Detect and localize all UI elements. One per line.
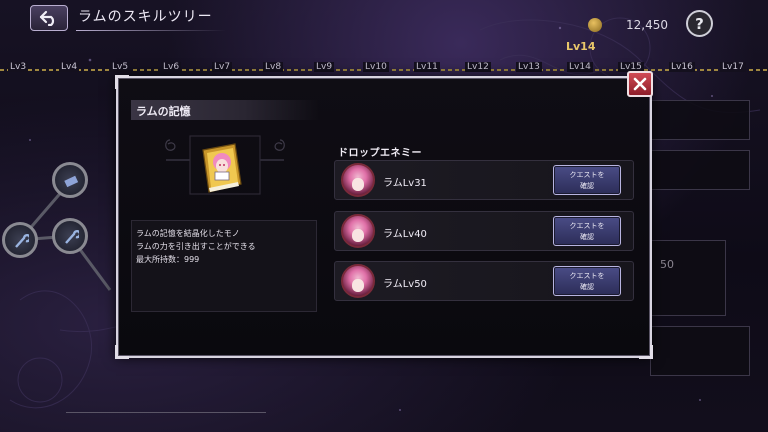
coin-icon	[588, 18, 602, 32]
quest-button-label: クエストを	[569, 272, 605, 280]
enemy-row: ラムLv40 クエストを 確認	[334, 211, 634, 251]
enemy-name: ラムLv50	[383, 279, 427, 290]
description-line: ラムの力を引き出すことができる	[136, 242, 256, 251]
header: ラムのスキルツリー 12,450 ?	[0, 0, 768, 44]
enemy-name: ラムLv40	[383, 229, 427, 240]
bottom-divider	[66, 412, 266, 413]
quest-button-label: 確認	[580, 182, 594, 190]
level-marker: Lv11	[414, 62, 440, 72]
description-line: 最大所持数：999	[136, 255, 200, 264]
background-panel	[650, 150, 750, 190]
quest-button-label: 確認	[580, 233, 594, 241]
avatar-face	[352, 229, 364, 242]
level-marker: Lv17	[720, 62, 746, 72]
staff-icon	[65, 230, 79, 244]
help-button[interactable]: ?	[686, 10, 713, 37]
modal-corner	[115, 345, 129, 359]
level-marker: Lv14	[567, 62, 593, 72]
level-marker: Lv9	[314, 62, 335, 72]
book-icon	[202, 143, 242, 193]
drop-enemy-title: ドロップエネミー	[338, 148, 422, 159]
level-marker: Lv12	[465, 62, 491, 72]
level-marker: Lv7	[212, 62, 233, 72]
enemy-row: ラムLv31 クエストを 確認	[334, 160, 634, 200]
enemy-avatar	[341, 214, 375, 248]
close-button[interactable]	[627, 71, 653, 97]
enemy-avatar	[341, 163, 375, 197]
level-marker: Lv13	[516, 62, 542, 72]
level-marker: Lv4	[59, 62, 80, 72]
quest-button-label: クエストを	[569, 171, 605, 179]
staff-icon	[15, 234, 29, 248]
page-title: ラムのスキルツリー	[78, 9, 213, 25]
avatar-face	[352, 279, 364, 292]
modal-corner	[115, 75, 129, 89]
skill-node[interactable]	[52, 162, 88, 198]
coin-value: 12,450	[626, 18, 668, 32]
level-marker: Lv3	[8, 62, 29, 72]
skill-node[interactable]	[52, 218, 88, 254]
modal-corner	[639, 345, 653, 359]
avatar-face	[352, 178, 364, 191]
currency-display: 12,450	[588, 16, 680, 36]
enemy-avatar	[341, 264, 375, 298]
level-marker: Lv6	[161, 62, 182, 72]
quest-check-button[interactable]: クエストを 確認	[553, 216, 621, 246]
quest-button-label: 確認	[580, 283, 594, 291]
quest-button-label: クエストを	[569, 222, 605, 230]
level-marker: Lv5	[110, 62, 131, 72]
description-line: ラムの記憶を結晶化したモノ	[136, 229, 240, 238]
background-panel	[650, 326, 750, 376]
current-level: Lv14	[566, 40, 596, 53]
background-panel	[650, 240, 726, 316]
level-marker: Lv10	[363, 62, 389, 72]
level-marker: Lv8	[263, 62, 284, 72]
quest-check-button[interactable]: クエストを 確認	[553, 165, 621, 195]
level-marker: Lv16	[669, 62, 695, 72]
quest-check-button[interactable]: クエストを 確認	[553, 266, 621, 296]
skill-node[interactable]	[2, 222, 38, 258]
item-name: ラムの記憶	[136, 105, 191, 118]
enemy-row: ラムLv50 クエストを 確認	[334, 261, 634, 301]
close-icon	[633, 77, 647, 91]
back-arrow-icon	[39, 10, 55, 26]
enemy-name: ラムLv31	[383, 178, 427, 189]
background-value: 50	[660, 258, 674, 271]
title-underline	[76, 30, 226, 31]
background-panel	[650, 100, 750, 140]
item-icon	[64, 175, 79, 188]
back-button[interactable]	[30, 5, 68, 31]
